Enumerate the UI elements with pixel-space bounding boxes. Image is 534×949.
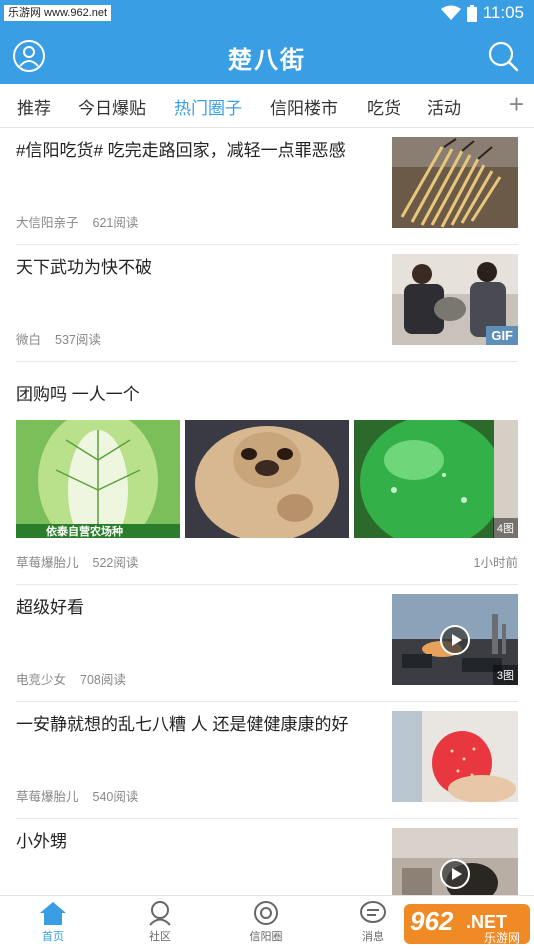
tab-recommend[interactable]: 推荐 (17, 94, 51, 119)
feed-title: 超级好看 (16, 598, 84, 617)
feed-image-caption: 依泰自营农场种 (46, 526, 123, 538)
image-count-badge: 3图 (492, 665, 518, 685)
nav-home[interactable]: 首页 (23, 900, 83, 944)
watermark: 乐游网 www.962.net (4, 5, 112, 21)
feed-image: 4图 (354, 420, 518, 538)
feed-item[interactable]: 一安静就想的乱七八糟 人 还是健健康康的好 草莓爆胎儿 540阅读 (16, 702, 518, 819)
feed-reads: 540阅读 (92, 790, 139, 804)
feed-item[interactable]: 天下武功为快不破 微白 537阅读 GIF (16, 245, 518, 362)
feed-meta: 大信阳亲子 621阅读 (16, 212, 138, 231)
feed-thumbnail: GIF (392, 254, 518, 345)
tab-foodie[interactable]: 吃货 (367, 94, 401, 119)
feed-item[interactable]: 超级好看 电竞少女 708阅读 3图 (16, 585, 518, 702)
tab-real-estate[interactable]: 信阳楼市 (270, 94, 338, 119)
search-icon[interactable] (486, 39, 520, 73)
feed-reads: 621阅读 (92, 216, 139, 230)
nav-label: 消息 (362, 931, 384, 943)
feed-author: 草莓爆胎儿 (16, 790, 79, 804)
nav-label: 首页 (42, 931, 64, 943)
feed-reads: 522阅读 (92, 556, 139, 570)
feed-title: #信阳吃货# 吃完走路回家，减轻一点罪恶感 (16, 141, 346, 160)
feed-reads: 708阅读 (80, 673, 126, 687)
brand-logo: 962 .NET 乐游网 (404, 900, 530, 946)
feed-reads: 537阅读 (55, 333, 101, 347)
nav-label: 信阳圈 (249, 931, 283, 943)
feed-title: 一安静就想的乱七八糟 人 还是健健康康的好 (16, 715, 349, 734)
feed-item[interactable]: #信阳吃货# 吃完走路回家，减轻一点罪恶感 大信阳亲子 621阅读 (16, 128, 518, 245)
play-icon[interactable] (440, 859, 470, 889)
nav-messages[interactable]: 消息 (343, 900, 403, 944)
battery-icon (466, 4, 477, 22)
feed-meta: 草莓爆胎儿 540阅读 (16, 786, 138, 805)
svg-text:乐游网: 乐游网 (484, 931, 520, 945)
svg-text:962: 962 (410, 906, 454, 936)
feed-title: 小外甥 (16, 832, 67, 851)
app-bar: 楚八街 (0, 28, 534, 84)
nav-community[interactable]: 社区 (130, 900, 190, 944)
feed-title: 团购吗 一人一个 (16, 385, 140, 404)
feed-item[interactable]: 团购吗 一人一个 依泰自营农场种 4图 草莓爆胎儿 522阅读 1小时前 (16, 362, 518, 585)
feed-author: 草莓爆胎儿 (16, 556, 79, 570)
nav-label: 社区 (149, 931, 171, 943)
image-count-badge: 4图 (492, 518, 518, 538)
feed-meta: 微白 537阅读 (16, 329, 101, 348)
feed-image (185, 420, 349, 538)
chat-icon (360, 901, 386, 923)
gif-badge: GIF (486, 326, 518, 345)
tab-daily-hot[interactable]: 今日爆贴 (78, 94, 146, 119)
feed-thumbnail (392, 711, 518, 802)
svg-text:.NET: .NET (466, 912, 507, 932)
feed-thumbnail[interactable]: 3图 (392, 594, 518, 685)
status-icons: 11:05 (440, 3, 524, 23)
feed-time: 1小时前 (473, 556, 518, 570)
camera-icon (254, 901, 278, 925)
category-tabs: 推荐 今日爆贴 热门圈子 信阳楼市 吃货 活动 + (0, 84, 534, 128)
tab-events[interactable]: 活动 (427, 94, 461, 119)
app-title: 楚八街 (228, 47, 306, 74)
play-icon[interactable] (440, 625, 470, 655)
community-icon (149, 901, 171, 926)
feed-list: #信阳吃货# 吃完走路回家，减轻一点罪恶感 大信阳亲子 621阅读 天下武功为快不… (0, 128, 534, 895)
feed-image: 依泰自营农场种 (16, 420, 180, 538)
add-tab-button[interactable]: + (509, 90, 524, 118)
feed-meta: 电竞少女 708阅读 (16, 669, 126, 688)
feed-thumbnail[interactable] (392, 828, 518, 895)
wifi-icon (440, 5, 461, 21)
status-time: 11:05 (482, 3, 524, 22)
feed-author: 大信阳亲子 (16, 216, 79, 230)
feed-title: 天下武功为快不破 (16, 258, 152, 277)
nav-circle[interactable]: 信阳圈 (236, 900, 296, 944)
feed-meta: 草莓爆胎儿 522阅读 (16, 552, 138, 571)
feed-item[interactable]: 小外甥 (16, 819, 518, 895)
home-icon (40, 902, 66, 925)
status-bar: 乐游网 www.962.net 11:05 (0, 0, 534, 28)
feed-author: 微白 (16, 333, 42, 347)
feed-author: 电竞少女 (16, 673, 67, 687)
tab-hot-circles[interactable]: 热门圈子 (174, 94, 242, 119)
feed-thumbnail (392, 137, 518, 228)
